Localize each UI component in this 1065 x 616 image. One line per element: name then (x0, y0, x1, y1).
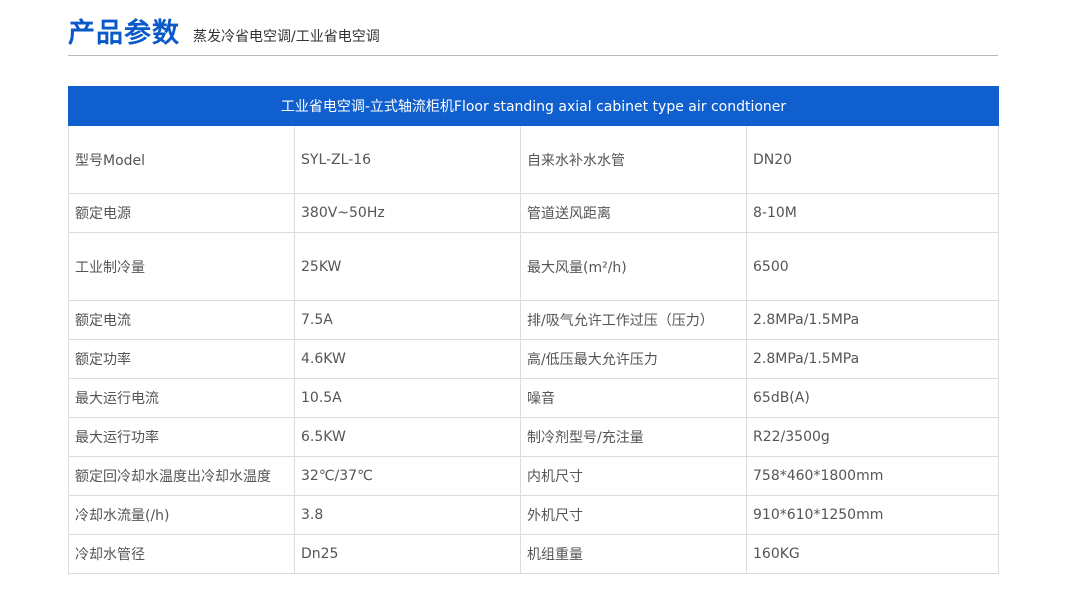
param-value: Dn25 (294, 534, 521, 574)
param-value: 4.6KW (294, 339, 521, 379)
spec-table: 工业省电空调-立式轴流柜机Floor standing axial cabine… (68, 86, 999, 574)
param-value: 2.8MPa/1.5MPa (746, 339, 999, 379)
param-value: 910*610*1250mm (746, 495, 999, 535)
table-row: 冷却水管径 Dn25 机组重量 160KG (68, 534, 999, 574)
param-label: 额定回冷却水温度出冷却水温度 (68, 456, 295, 496)
param-label: 外机尺寸 (520, 495, 747, 535)
param-label: 制冷剂型号/充注量 (520, 417, 747, 457)
param-value: 6500 (746, 232, 999, 301)
param-value: 758*460*1800mm (746, 456, 999, 496)
param-label: 高/低压最大允许压力 (520, 339, 747, 379)
param-label: 型号Model (68, 125, 295, 194)
param-value: 8-10M (746, 193, 999, 233)
page-title: 产品参数 (68, 18, 180, 49)
param-label: 噪音 (520, 378, 747, 418)
param-label: 最大运行功率 (68, 417, 295, 457)
param-value: 10.5A (294, 378, 521, 418)
param-label: 最大风量(m²/h) (520, 232, 747, 301)
param-label: 额定电流 (68, 300, 295, 340)
param-label: 工业制冷量 (68, 232, 295, 301)
param-value: 65dB(A) (746, 378, 999, 418)
param-value: 32℃/37℃ (294, 456, 521, 496)
param-value: 160KG (746, 534, 999, 574)
param-value: 6.5KW (294, 417, 521, 457)
param-label: 额定电源 (68, 193, 295, 233)
param-value: 7.5A (294, 300, 521, 340)
table-row: 最大运行电流 10.5A 噪音 65dB(A) (68, 378, 999, 418)
param-value: 2.8MPa/1.5MPa (746, 300, 999, 340)
param-label: 自来水补水水管 (520, 125, 747, 194)
param-label: 内机尺寸 (520, 456, 747, 496)
table-row: 额定电流 7.5A 排/吸气允许工作过压（压力） 2.8MPa/1.5MPa (68, 300, 999, 340)
table-caption: 工业省电空调-立式轴流柜机Floor standing axial cabine… (68, 86, 999, 126)
param-value: SYL-ZL-16 (294, 125, 521, 194)
param-label: 管道送风距离 (520, 193, 747, 233)
param-value: 3.8 (294, 495, 521, 535)
param-value: 25KW (294, 232, 521, 301)
table-row: 额定功率 4.6KW 高/低压最大允许压力 2.8MPa/1.5MPa (68, 339, 999, 379)
param-value: R22/3500g (746, 417, 999, 457)
param-label: 机组重量 (520, 534, 747, 574)
table-row: 型号Model SYL-ZL-16 自来水补水水管 DN20 (68, 125, 999, 194)
param-label: 冷却水管径 (68, 534, 295, 574)
table-row: 额定电源 380V~50Hz 管道送风距离 8-10M (68, 193, 999, 233)
param-label: 额定功率 (68, 339, 295, 379)
section-header: 产品参数 蒸发冷省电空调/工业省电空调 (68, 14, 998, 56)
param-label: 排/吸气允许工作过压（压力） (520, 300, 747, 340)
param-label: 最大运行电流 (68, 378, 295, 418)
table-row: 冷却水流量(/h) 3.8 外机尺寸 910*610*1250mm (68, 495, 999, 535)
table-row: 最大运行功率 6.5KW 制冷剂型号/充注量 R22/3500g (68, 417, 999, 457)
param-label: 冷却水流量(/h) (68, 495, 295, 535)
param-value: DN20 (746, 125, 999, 194)
page-subtitle: 蒸发冷省电空调/工业省电空调 (193, 29, 380, 45)
table-row: 额定回冷却水温度出冷却水温度 32℃/37℃ 内机尺寸 758*460*1800… (68, 456, 999, 496)
param-value: 380V~50Hz (294, 193, 521, 233)
table-row: 工业制冷量 25KW 最大风量(m²/h) 6500 (68, 232, 999, 301)
table-header-row: 工业省电空调-立式轴流柜机Floor standing axial cabine… (68, 86, 999, 126)
